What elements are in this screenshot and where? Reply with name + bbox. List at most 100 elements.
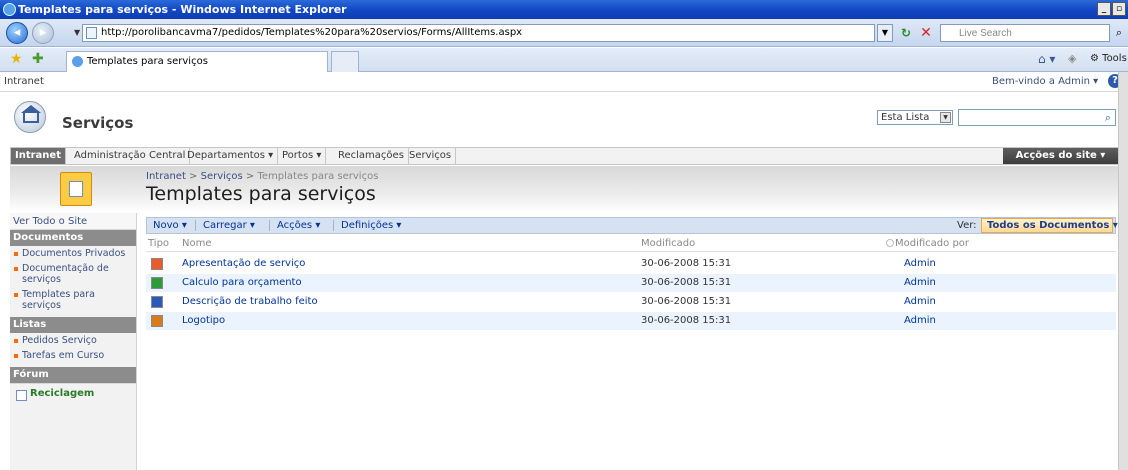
table-row[interactable]: Apresentação de serviço 30-06-2008 15:31… [146, 255, 1116, 273]
table-row[interactable]: Logotipo 30-06-2008 15:31 Admin [146, 312, 1116, 330]
ie-page-icon [72, 56, 83, 67]
topnav-intranet[interactable]: Intranet [11, 148, 66, 164]
word-icon[interactable] [151, 296, 163, 308]
chevron-down-icon: ▼ [940, 112, 951, 123]
view-selector[interactable]: Todos os Documentos ▾ [981, 218, 1118, 233]
actions-menu[interactable]: Acções ▾ [277, 218, 320, 233]
page-icon [86, 27, 97, 39]
doc-modified: 30-06-2008 15:31 [641, 258, 732, 269]
page-title: Templates para serviços [146, 183, 376, 205]
add-favorites-icon[interactable]: ✚ [32, 51, 44, 67]
quicklaunch-documentacao-servicos[interactable]: Documentação de serviços [10, 261, 136, 287]
recycle-bin-link[interactable]: Reciclagem [10, 383, 136, 403]
quicklaunch-listas-header[interactable]: Listas [10, 317, 136, 333]
topnav-servicos[interactable]: Serviços [405, 148, 457, 164]
doc-author[interactable]: Admin [904, 312, 936, 330]
toolbar-separator [195, 220, 196, 231]
column-name[interactable]: Nome [182, 238, 212, 249]
welcome-menu[interactable]: Bem-vindo a Admin ▾ [992, 76, 1098, 87]
topnav-admin-central[interactable]: Administração Central [70, 148, 191, 164]
quicklaunch-forum-header[interactable]: Fórum [10, 367, 136, 383]
doc-name-link[interactable]: Calculo para orçamento [182, 274, 302, 292]
tools-menu[interactable]: ⚙ Tools [1090, 53, 1127, 64]
breadcrumb-separator: > [242, 171, 258, 182]
tab-label: Templates para serviços [87, 56, 208, 67]
breadcrumb-servicos[interactable]: Serviços [201, 171, 243, 182]
favorites-star-icon[interactable]: ★ [10, 51, 23, 67]
site-logo-icon[interactable] [14, 101, 46, 133]
stop-button[interactable]: ✕ [917, 24, 935, 42]
quicklaunch-pedidos-servico[interactable]: Pedidos Serviço [10, 333, 136, 348]
quick-launch: Ver Todo o Site Documentos Documentos Pr… [10, 213, 137, 470]
vertical-scrollbar[interactable] [1118, 72, 1128, 470]
site-title[interactable]: Serviços [62, 114, 133, 132]
intranet-link[interactable]: Intranet [4, 76, 44, 87]
window-title: Templates para serviços - Windows Intern… [18, 3, 347, 16]
column-modified-by[interactable]: Modificado por [886, 238, 969, 249]
sp-global-bar: Intranet Bem-vindo a Admin ▾ ? [0, 72, 1128, 92]
doc-name-link[interactable]: Logotipo [182, 312, 225, 330]
toolbar-separator [333, 220, 334, 231]
window-titlebar: Templates para serviços - Windows Intern… [0, 0, 1128, 19]
new-menu[interactable]: Novo ▾ [153, 218, 187, 233]
feeds-icon[interactable]: ◈ [1068, 52, 1076, 65]
search-icon[interactable]: ⌕ [1111, 24, 1127, 42]
url-dropdown-icon[interactable]: ▼ [877, 24, 893, 42]
forward-button[interactable]: ▸ [32, 22, 54, 44]
home-icon[interactable]: ⌂ ▾ [1038, 52, 1055, 66]
breadcrumb-current: Templates para serviços [257, 171, 379, 182]
maximize-button[interactable]: ▫ [1112, 2, 1126, 16]
quicklaunch-tarefas-em-curso[interactable]: Tarefas em Curso [10, 348, 136, 363]
topnav-portos[interactable]: Portos ▾ [278, 148, 327, 164]
url-field[interactable]: http://porolibancavma7/pedidos/Templates… [82, 24, 875, 42]
doc-modified: 30-06-2008 15:31 [641, 315, 732, 326]
column-modified[interactable]: Modificado [641, 238, 695, 249]
site-actions-menu[interactable]: Acções do site ▾ [1003, 148, 1118, 164]
address-bar: ◂ ▸ ▼ http://porolibancavma7/pedidos/Tem… [0, 19, 1128, 47]
image-icon[interactable] [151, 315, 163, 327]
history-dropdown-icon[interactable]: ▼ [74, 28, 80, 37]
url-text: http://porolibancavma7/pedidos/Templates… [101, 27, 523, 38]
minimize-button[interactable]: _ [1097, 2, 1111, 16]
doc-modified: 30-06-2008 15:31 [641, 277, 732, 288]
refresh-button[interactable]: ↻ [897, 24, 915, 42]
doc-author[interactable]: Admin [904, 255, 936, 273]
powerpoint-icon[interactable] [151, 258, 163, 270]
presence-icon [886, 239, 894, 247]
search-scope-select[interactable]: Esta Lista ▼ [877, 110, 953, 125]
scrollbar-thumb[interactable] [1119, 72, 1128, 470]
doc-author[interactable]: Admin [904, 293, 936, 311]
doc-name-link[interactable]: Apresentação de serviço [182, 255, 305, 273]
doc-author[interactable]: Admin [904, 274, 936, 292]
doc-name-link[interactable]: Descrição de trabalho feito [182, 293, 318, 311]
topnav-reclamacoes[interactable]: Reclamações [334, 148, 409, 164]
upload-menu[interactable]: Carregar ▾ [203, 218, 255, 233]
quicklaunch-documentos-privados[interactable]: Documentos Privados [10, 246, 136, 261]
table-row[interactable]: Descrição de trabalho feito 30-06-2008 1… [146, 293, 1116, 311]
back-button[interactable]: ◂ [6, 22, 28, 44]
topnav-departamentos[interactable]: Departamentos ▾ [183, 148, 279, 164]
excel-icon[interactable] [151, 277, 163, 289]
tab-bar: ★ ✚ Templates para serviços ⌂ ▾ ◈ ⚙ Tool… [0, 48, 1128, 72]
breadcrumb-separator: > [185, 171, 201, 182]
breadcrumb-intranet[interactable]: Intranet [146, 171, 186, 182]
new-tab-button[interactable] [331, 51, 359, 72]
table-row[interactable]: Calculo para orçamento 30-06-2008 15:31 … [146, 274, 1116, 292]
column-modified-by-label: Modificado por [895, 238, 970, 249]
top-navigation: Intranet Administração Central Departame… [10, 147, 1118, 165]
list-toolbar: Novo ▾ Carregar ▾ Acções ▾ Definições ▾ … [146, 217, 1118, 234]
tab-templates[interactable]: Templates para serviços [66, 51, 328, 72]
window-controls: _ ▫ [1097, 2, 1126, 16]
list-header-row: Tipo Nome Modificado Modificado por [146, 235, 1116, 252]
live-search-input[interactable] [940, 24, 1110, 42]
quicklaunch-documentos-header[interactable]: Documentos [10, 230, 136, 246]
column-type[interactable]: Tipo [148, 238, 169, 249]
doc-modified: 30-06-2008 15:31 [641, 296, 732, 307]
settings-menu[interactable]: Definições ▾ [341, 218, 401, 233]
quicklaunch-templates-servicos[interactable]: Templates para serviços [10, 287, 136, 313]
sp-site-header: Serviços Esta Lista ▼ ⌕ [0, 93, 1128, 145]
ie-logo-icon [3, 3, 16, 16]
sp-search-input[interactable]: ⌕ [958, 109, 1116, 126]
view-all-site-content-link[interactable]: Ver Todo o Site [10, 213, 136, 230]
sp-search-icon[interactable]: ⌕ [1105, 111, 1111, 125]
